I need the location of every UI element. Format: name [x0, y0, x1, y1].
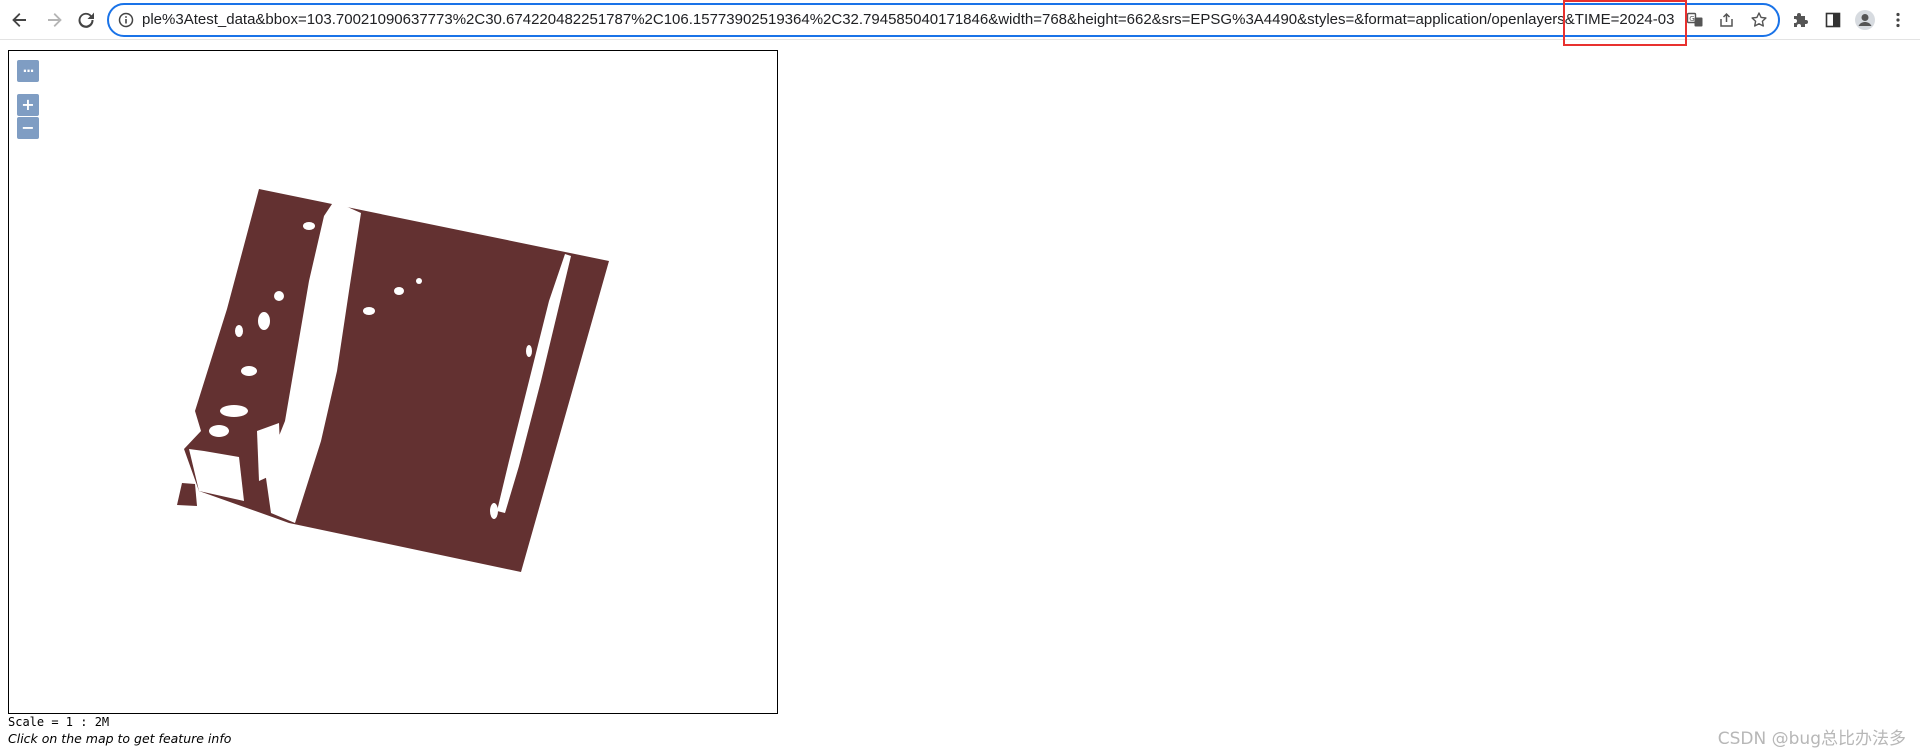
site-info-icon[interactable] — [117, 11, 135, 29]
browser-toolbar: ple%3Atest_data&bbox=103.70021090637773%… — [0, 0, 1920, 46]
raster-fragment — [177, 483, 197, 506]
layer-switcher-toggle[interactable]: ··· — [17, 60, 39, 82]
more-menu-button[interactable] — [1884, 6, 1912, 34]
side-panel-icon — [1824, 11, 1842, 29]
svg-text:G: G — [1689, 15, 1694, 23]
reload-icon — [77, 11, 95, 29]
side-panel-button[interactable] — [1819, 6, 1847, 34]
scale-text: Scale = 1 : 2M — [8, 715, 110, 729]
bookmark-star-icon[interactable] — [1748, 9, 1770, 31]
profile-button[interactable] — [1851, 6, 1879, 34]
share-icon[interactable] — [1716, 9, 1738, 31]
click-info-text: Click on the map to get feature info — [8, 731, 232, 746]
address-bar[interactable]: ple%3Atest_data&bbox=103.70021090637773%… — [107, 3, 1780, 37]
map-viewport[interactable]: ··· + − — [8, 50, 778, 714]
profile-avatar-icon — [1854, 9, 1876, 31]
back-button[interactable] — [6, 6, 34, 34]
forward-arrow-icon — [45, 11, 63, 29]
raster-layer[interactable] — [9, 51, 777, 713]
extensions-puzzle-icon — [1792, 11, 1810, 29]
more-menu-icon — [1889, 11, 1907, 29]
back-arrow-icon — [11, 11, 29, 29]
url-text[interactable]: ple%3Atest_data&bbox=103.70021090637773%… — [142, 5, 1687, 35]
forward-button[interactable] — [40, 6, 68, 34]
translate-icon[interactable]: G — [1684, 9, 1706, 31]
csdn-watermark: CSDN @bug总比办法多 — [1717, 729, 1906, 749]
zoom-out-button[interactable]: − — [17, 117, 39, 139]
raster-footprint — [184, 189, 609, 572]
reload-button[interactable] — [72, 6, 100, 34]
extensions-button[interactable] — [1787, 6, 1815, 34]
zoom-in-button[interactable]: + — [17, 94, 39, 116]
